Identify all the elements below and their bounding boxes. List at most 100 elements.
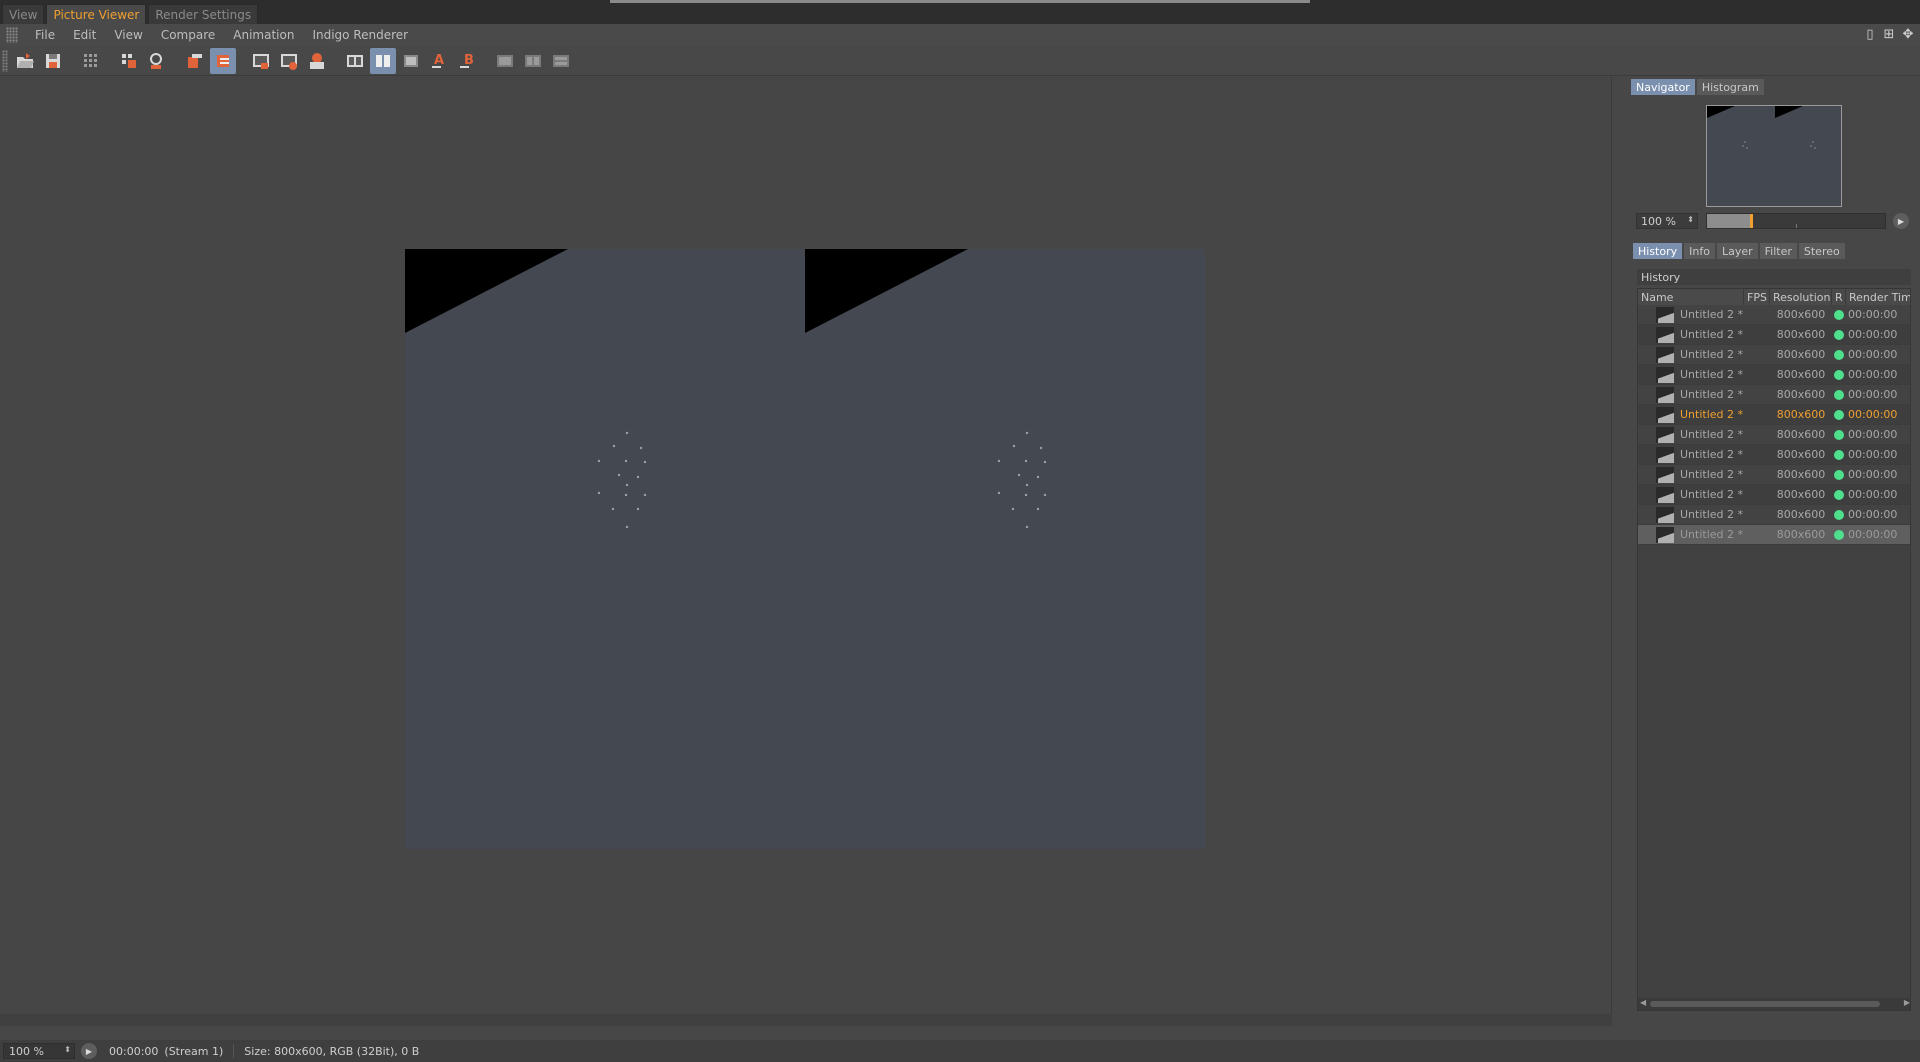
menu-view[interactable]: View (105, 28, 151, 42)
tab-histogram[interactable]: Histogram (1696, 79, 1764, 95)
copy-layer-icon[interactable] (182, 48, 208, 74)
col-resolution[interactable]: Resolution (1770, 289, 1832, 305)
viewport-scrollbar[interactable] (0, 1014, 1612, 1026)
menu-indigo-renderer[interactable]: Indigo Renderer (303, 28, 417, 42)
table-row[interactable]: Untitled 2 * 800x600 00:00:00 (1638, 325, 1910, 345)
status-image-info: Size: 800x600, RGB (32Bit), 0 B (244, 1044, 420, 1058)
table-row[interactable]: Untitled 2 * 800x600 00:00:00 (1638, 345, 1910, 365)
table-row[interactable]: Untitled 2 * 800x600 00:00:00 (1638, 305, 1910, 325)
ab-view-icon[interactable] (520, 48, 546, 74)
navigator-preview-icon (1707, 106, 1816, 149)
scroll-right-icon[interactable]: ▶ (1904, 998, 1910, 1007)
render-thumbnail-icon (1656, 506, 1674, 523)
status-divider (233, 1044, 235, 1058)
scroll-thumb[interactable] (1650, 1001, 1880, 1007)
menu-animation[interactable]: Animation (224, 28, 303, 42)
toolbar: A B (0, 46, 1920, 76)
set-a-icon[interactable]: A (426, 48, 452, 74)
zoom-spin-icon[interactable]: ⬍ (64, 1045, 71, 1054)
region-render-icon[interactable] (116, 48, 142, 74)
render-thumbnail-icon (1656, 306, 1674, 323)
table-row[interactable]: Untitled 2 * 800x600 00:00:00 (1638, 485, 1910, 505)
table-row[interactable]: Untitled 2 * 800x600 00:00:00 (1638, 385, 1910, 405)
navigator-thumbnail[interactable] (1706, 105, 1842, 207)
toolbar-grip-icon[interactable] (2, 49, 8, 72)
navigator-tabs: Navigator Histogram (1631, 79, 1764, 95)
tab-info[interactable]: Info (1684, 243, 1715, 259)
ab-split-icon[interactable] (370, 47, 396, 74)
zoom-icon[interactable] (144, 48, 170, 74)
col-name[interactable]: Name (1638, 289, 1744, 305)
table-row[interactable]: Untitled 2 * 800x600 00:00:00 (1638, 365, 1910, 385)
render-right-half (805, 249, 1047, 529)
col-r[interactable]: R (1832, 289, 1846, 305)
ab-text-icon[interactable] (492, 48, 518, 74)
grid-icon[interactable] (78, 48, 104, 74)
table-row-selected[interactable]: Untitled 2 * 800x600 00:00:00 (1638, 525, 1910, 545)
render-stereo-canvas (405, 249, 1047, 529)
layout-icon[interactable]: ▯ (1862, 26, 1878, 42)
navigator-zoom-field[interactable]: 100 % ⬍ (1636, 213, 1698, 229)
render-thumbnail-icon (1656, 346, 1674, 363)
picture-viewer-window: View Picture Viewer Render Settings File… (0, 0, 1920, 1062)
tab-layer[interactable]: Layer (1716, 243, 1758, 259)
table-row[interactable]: Untitled 2 * 800x600 00:00:00 (1638, 505, 1910, 525)
menu-bar: File Edit View Compare Animation Indigo … (0, 24, 1920, 46)
menu-compare[interactable]: Compare (152, 28, 224, 42)
status-zoom-field[interactable]: 100 % ⬍ (3, 1043, 75, 1059)
render-thumbnail-icon (1656, 526, 1674, 543)
tab-navigator[interactable]: Navigator (1631, 79, 1695, 95)
table-row-current[interactable]: Untitled 2 * 800x600 00:00:00 (1638, 405, 1910, 425)
tab-history[interactable]: History (1633, 243, 1683, 259)
image-viewport[interactable] (0, 77, 1612, 1026)
scroll-left-icon[interactable]: ◀ (1640, 998, 1646, 1007)
snapshot-icon[interactable] (248, 48, 274, 74)
history-table: Name FPS Resolution R Render Tim Untitle… (1637, 288, 1911, 1011)
col-fps[interactable]: FPS (1744, 289, 1770, 305)
expand-icon[interactable]: ⊞ (1881, 26, 1897, 42)
ab-layout-icon[interactable] (548, 48, 574, 74)
history-scrollbar[interactable]: ◀ ▶ (1638, 998, 1910, 1010)
snapshot-add-icon[interactable] (276, 48, 302, 74)
save-icon[interactable] (40, 48, 66, 74)
render-thumbnail-icon (1656, 446, 1674, 463)
open-folder-icon[interactable] (12, 48, 38, 74)
svg-text:B: B (464, 53, 474, 68)
navigator-zoom-slider[interactable] (1706, 213, 1886, 229)
set-b-icon[interactable]: B (454, 48, 480, 74)
tab-stereo[interactable]: Stereo (1798, 243, 1845, 259)
play-icon[interactable]: ▶ (81, 1043, 97, 1059)
status-dot-icon (1834, 309, 1844, 320)
render-thumbnail-icon (1656, 406, 1674, 423)
zoom-spin-icon[interactable]: ⬍ (1687, 215, 1694, 224)
tab-view[interactable]: View (2, 4, 45, 24)
col-render-time[interactable]: Render Tim (1846, 289, 1910, 305)
render-thumbnail-icon (1656, 426, 1674, 443)
history-header: Name FPS Resolution R Render Tim (1638, 289, 1910, 305)
table-row[interactable]: Untitled 2 * 800x600 00:00:00 (1638, 465, 1910, 485)
status-dot-icon (1834, 489, 1844, 500)
tab-filter[interactable]: Filter (1759, 243, 1797, 259)
table-row[interactable]: Untitled 2 * 800x600 00:00:00 (1638, 445, 1910, 465)
status-dot-icon (1834, 469, 1844, 480)
status-dot-icon (1834, 449, 1844, 460)
merge-layer-icon[interactable] (210, 47, 236, 74)
status-dot-icon (1834, 429, 1844, 440)
status-dot-icon (1834, 529, 1844, 540)
snapshot-compare-icon[interactable] (304, 48, 330, 74)
render-thumbnail-icon (1656, 366, 1674, 383)
menu-file[interactable]: File (26, 28, 64, 42)
ab-compare-icon[interactable] (342, 48, 368, 74)
play-icon[interactable]: ▶ (1893, 213, 1909, 229)
slider-fill (1707, 214, 1751, 228)
move-icon[interactable]: ✥ (1900, 26, 1916, 42)
side-panel: Navigator Histogram 100 % ⬍ ▶ History In… (1627, 77, 1920, 1026)
render-thumbnail-icon (1656, 486, 1674, 503)
menu-edit[interactable]: Edit (64, 28, 105, 42)
menu-grip-icon[interactable] (6, 27, 18, 43)
slider-knob[interactable] (1750, 214, 1753, 228)
table-row[interactable]: Untitled 2 * 800x600 00:00:00 (1638, 425, 1910, 445)
tab-picture-viewer[interactable]: Picture Viewer (46, 4, 147, 24)
tab-render-settings[interactable]: Render Settings (148, 4, 259, 24)
ab-swap-icon[interactable] (398, 48, 424, 74)
